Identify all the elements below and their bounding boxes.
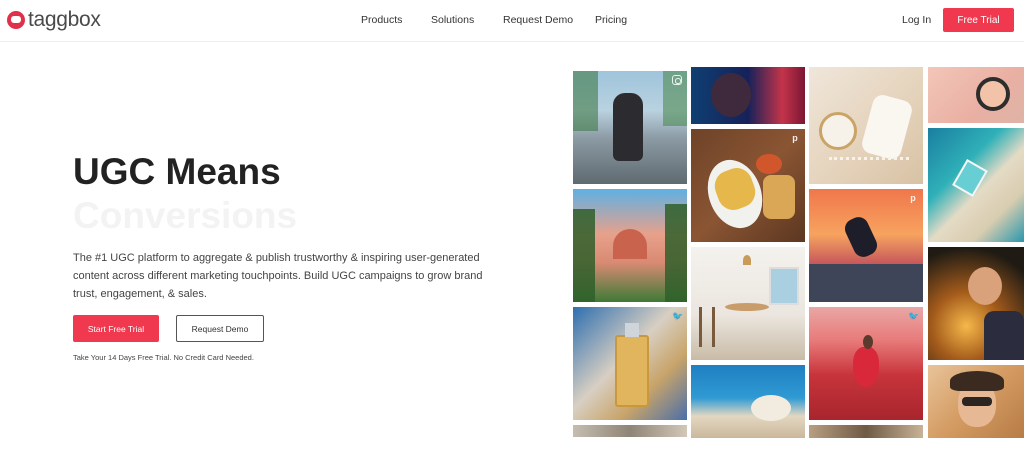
skater-street-photo[interactable] bbox=[573, 71, 687, 184]
compact-powder-photo[interactable] bbox=[928, 67, 1024, 123]
taggbox-logo-icon bbox=[7, 11, 25, 29]
taggbox-logo[interactable]: taggbox bbox=[7, 9, 101, 31]
logo-text: taggbox bbox=[28, 8, 101, 31]
neon-portrait-photo[interactable] bbox=[691, 67, 805, 124]
pink-building-palms-photo[interactable] bbox=[573, 189, 687, 302]
trial-note: Take Your 14 Days Free Trial. No Credit … bbox=[73, 353, 254, 362]
free-trial-button[interactable]: Free Trial bbox=[943, 8, 1014, 32]
nav-products[interactable]: Products bbox=[361, 14, 402, 26]
login-link[interactable]: Log In bbox=[902, 14, 931, 26]
pinterest-icon: p bbox=[910, 193, 916, 203]
nav-solutions[interactable]: Solutions bbox=[431, 14, 474, 26]
pool-breakfast-photo[interactable] bbox=[691, 365, 805, 438]
fries-food-photo[interactable]: p bbox=[691, 129, 805, 242]
perfume-bottle-photo[interactable]: 🐦 bbox=[573, 307, 687, 420]
child-fairy-lights-photo[interactable] bbox=[928, 247, 1024, 360]
partial-photo-col1[interactable] bbox=[573, 425, 687, 437]
hero-title: UGC Means bbox=[73, 151, 281, 192]
aerial-beach-photo[interactable] bbox=[928, 128, 1024, 242]
nav-request-demo[interactable]: Request Demo bbox=[503, 14, 573, 26]
partial-photo-col3[interactable] bbox=[809, 425, 923, 438]
sunset-skateboarder-photo[interactable]: p bbox=[809, 189, 923, 302]
woman-sunglasses-photo[interactable] bbox=[928, 365, 1024, 438]
instagram-icon bbox=[672, 75, 682, 85]
twitter-icon: 🐦 bbox=[672, 311, 684, 321]
tulip-field-dancer-photo[interactable]: 🐦 bbox=[809, 307, 923, 420]
site-header: taggbox Products Solutions Request Demo … bbox=[0, 0, 1024, 42]
dining-room-interior-photo[interactable] bbox=[691, 247, 805, 360]
hero-title-rotating-word: Conversions bbox=[73, 195, 298, 236]
pinterest-icon: p bbox=[792, 133, 798, 143]
request-demo-button[interactable]: Request Demo bbox=[176, 315, 264, 342]
start-free-trial-button[interactable]: Start Free Trial bbox=[73, 315, 159, 342]
nav-pricing[interactable]: Pricing bbox=[595, 14, 627, 26]
twitter-icon: 🐦 bbox=[908, 311, 920, 321]
hero-description: The #1 UGC platform to aggregate & publi… bbox=[73, 252, 483, 300]
pearls-accessories-photo[interactable] bbox=[809, 67, 923, 184]
